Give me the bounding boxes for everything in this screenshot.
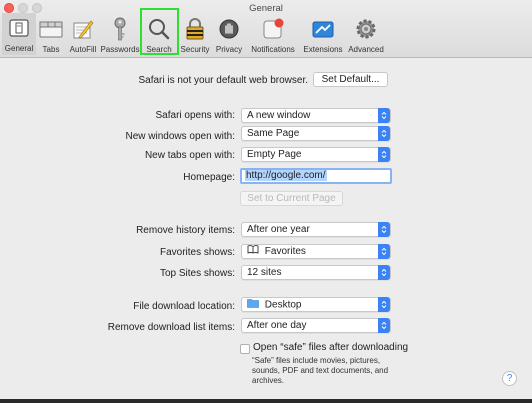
extensions-icon <box>309 15 337 43</box>
popup-value: Same Page <box>247 128 300 139</box>
new-tabs-label: New tabs open with: <box>144 150 235 161</box>
remove-downloads-label: Remove download list items: <box>107 322 235 333</box>
homepage-label: Homepage: <box>183 172 235 183</box>
chevron-updown-icon <box>378 108 390 123</box>
popup-value: 12 sites <box>247 267 282 278</box>
favorites-label: Favorites shows: <box>159 247 235 258</box>
popup-value: After one day <box>247 320 307 331</box>
set-default-button[interactable]: Set Default... <box>313 72 388 87</box>
toolbar: General General Tabs AutoFill Passwords … <box>0 0 532 58</box>
safe-files-desc-3: archives. <box>252 376 285 385</box>
tab-autofill[interactable]: AutoFill <box>66 14 100 56</box>
popup-value: After one year <box>247 224 310 235</box>
tab-label: Extensions <box>303 45 343 54</box>
book-icon <box>247 245 259 258</box>
open-safe-files-label: Open “safe” files after downloading <box>253 342 409 353</box>
folder-icon <box>247 298 259 312</box>
tab-general[interactable]: General <box>2 13 36 55</box>
tab-label: Notifications <box>251 45 295 54</box>
open-safe-files-checkbox[interactable] <box>240 344 250 354</box>
chevron-updown-icon <box>378 265 390 280</box>
tab-label: Advanced <box>348 45 384 54</box>
tab-label: Security <box>180 45 210 54</box>
remove-history-label: Remove history items: <box>136 225 235 236</box>
chevron-updown-icon <box>378 126 390 141</box>
tab-privacy[interactable]: Privacy <box>213 14 245 56</box>
homepage-value: http://google.com/ <box>245 170 327 181</box>
new-tabs-popup[interactable]: Empty Page <box>241 147 391 162</box>
tab-advanced[interactable]: Advanced <box>346 14 386 56</box>
chevron-updown-icon <box>378 222 390 237</box>
opens-with-label: Safari opens with: <box>155 110 236 121</box>
set-current-page-button[interactable]: Set to Current Page <box>240 191 343 206</box>
default-browser-message: Safari is not your default web browser. <box>138 75 308 86</box>
autofill-icon <box>69 15 97 43</box>
remove-history-popup[interactable]: After one year <box>241 222 391 237</box>
new-windows-popup[interactable]: Same Page <box>241 126 391 141</box>
tab-label: General <box>4 44 34 53</box>
tab-label: Passwords <box>100 45 140 54</box>
safe-files-desc-1: “Safe” files include movies, pictures, <box>252 356 381 365</box>
tab-passwords[interactable]: Passwords <box>100 14 140 56</box>
popup-value: Desktop <box>264 299 302 311</box>
tabs-icon <box>37 15 65 43</box>
tab-extensions[interactable]: Extensions <box>301 14 345 56</box>
gear-icon <box>352 15 380 43</box>
notifications-icon <box>259 15 287 43</box>
tab-label: AutoFill <box>69 45 97 54</box>
chevron-updown-icon <box>378 147 390 162</box>
tab-label: Privacy <box>215 45 243 54</box>
lock-icon <box>181 15 209 43</box>
chevron-updown-icon <box>378 318 390 333</box>
chevron-updown-icon <box>378 297 390 312</box>
download-location-label: File download location: <box>133 301 235 312</box>
remove-downloads-popup[interactable]: After one day <box>241 318 391 333</box>
window-title: General <box>249 3 283 14</box>
favorites-popup[interactable]: Favorites <box>241 244 391 259</box>
help-button[interactable]: ? <box>502 371 517 386</box>
key-icon <box>106 15 134 43</box>
tab-label: Tabs <box>42 45 60 54</box>
new-windows-label: New windows open with: <box>125 131 236 142</box>
homepage-input[interactable]: http://google.com/ <box>240 168 392 184</box>
download-location-popup[interactable]: Desktop <box>241 297 391 312</box>
chevron-updown-icon <box>378 244 390 259</box>
preferences-window: General General Tabs AutoFill Passwords … <box>0 0 532 399</box>
safe-files-desc-2: sounds, PDF and text documents, and <box>252 366 389 375</box>
opens-with-popup[interactable]: A new window <box>241 108 391 123</box>
tab-tabs[interactable]: Tabs <box>36 14 66 56</box>
tab-notifications[interactable]: Notifications <box>246 14 300 56</box>
top-sites-label: Top Sites shows: <box>159 268 235 279</box>
search-tab-highlight <box>140 8 179 55</box>
top-sites-popup[interactable]: 12 sites <box>241 265 391 280</box>
general-icon <box>5 14 33 42</box>
popup-value: A new window <box>247 110 311 121</box>
popup-value: Favorites <box>264 246 306 258</box>
privacy-hand-icon <box>215 15 243 43</box>
tab-security[interactable]: Security <box>178 14 212 56</box>
popup-value: Empty Page <box>247 149 302 160</box>
